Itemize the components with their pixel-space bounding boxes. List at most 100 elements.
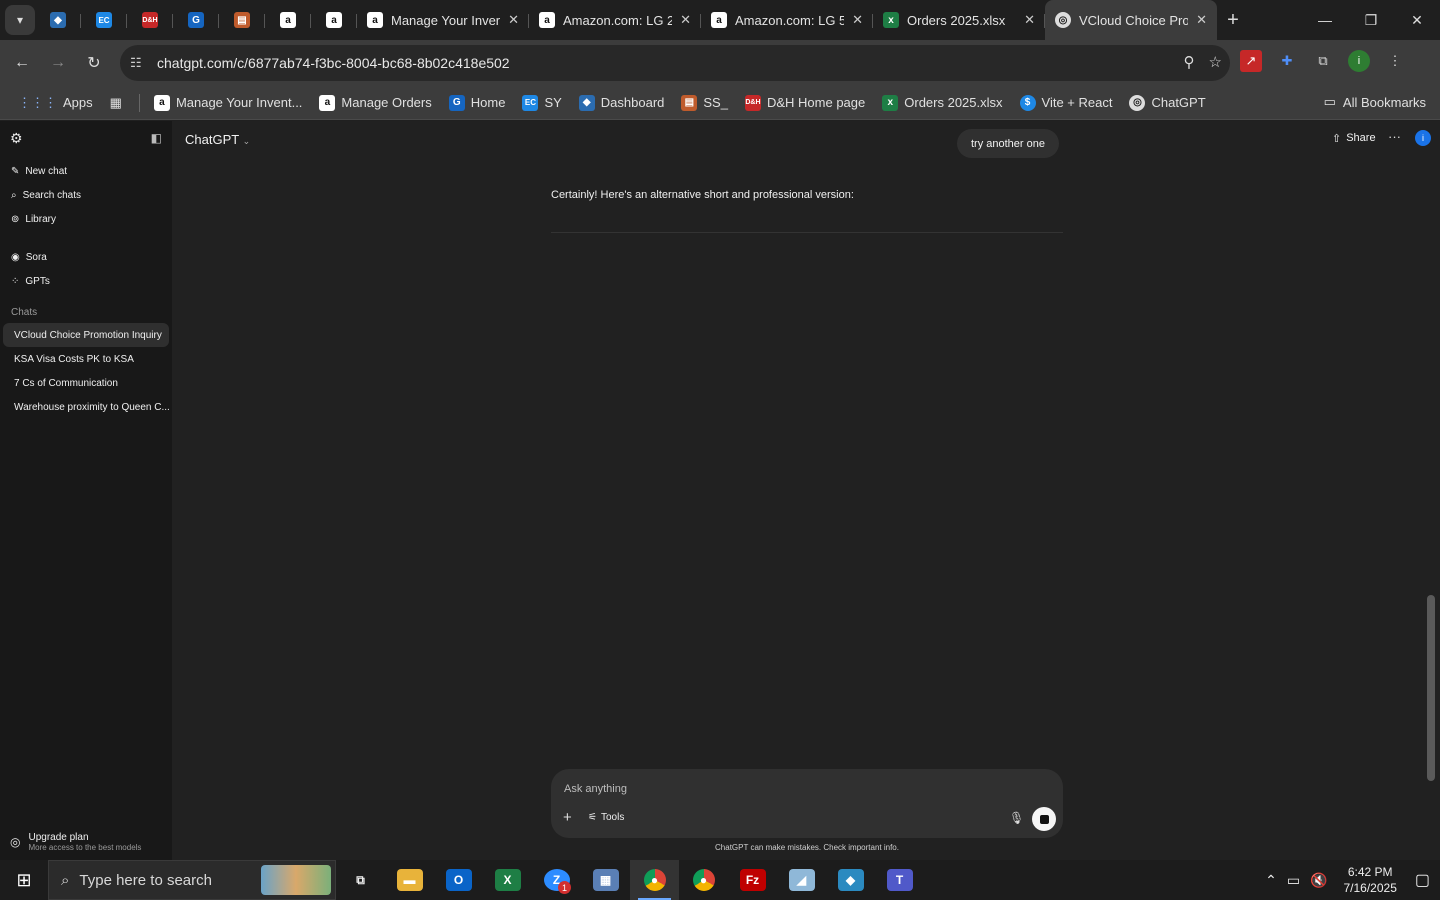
chevron-up-icon[interactable]: ⌃	[1265, 872, 1277, 889]
calculator-icon[interactable]: ▦	[581, 860, 630, 900]
restore-button[interactable]: ❐	[1348, 0, 1394, 40]
amazon-icon: a	[326, 12, 342, 28]
bookmark-item[interactable]: ▤ SS_	[681, 94, 728, 111]
window-controls: — ❐ ✕	[1302, 0, 1440, 40]
bookmark-item[interactable]: ◆ Dashboard	[578, 94, 665, 111]
address-bar[interactable]: ☷ chatgpt.com/c/6877ab74-f3bc-8004-bc68-…	[120, 45, 1230, 81]
bookmark-apps[interactable]: ⋮⋮⋮ Apps	[18, 95, 93, 111]
bookmark-item[interactable]: a Manage Orders	[319, 94, 432, 111]
network-icon[interactable]: ▭	[1287, 872, 1300, 889]
tab-manage-inventory[interactable]: a Manage Your Inver ✕	[357, 4, 529, 36]
url-text[interactable]: chatgpt.com/c/6877ab74-f3bc-8004-bc68-8b…	[157, 55, 510, 71]
reload-button[interactable]: ↻	[76, 53, 112, 73]
user-avatar[interactable]: i	[1415, 130, 1431, 146]
app-icon[interactable]: ◆	[826, 860, 875, 900]
notes-app-icon[interactable]: ◢	[777, 860, 826, 900]
clock-date: 7/16/2025	[1343, 881, 1397, 895]
teamviewer-extension-icon[interactable]: ✚	[1276, 50, 1298, 72]
close-icon[interactable]: ✕	[852, 12, 863, 28]
upgrade-plan-button[interactable]: ◎ Upgrade plan More access to the best m…	[10, 832, 141, 852]
microphone-icon[interactable]: 🎙	[1009, 811, 1024, 825]
tab-amazon-lg-5[interactable]: a Amazon.com: LG 5 ✕	[701, 4, 873, 36]
bookmark-item[interactable]: ◎ ChatGPT	[1129, 94, 1206, 111]
close-icon[interactable]: ✕	[1024, 12, 1035, 28]
clock[interactable]: 6:42 PM 7/16/2025	[1343, 864, 1396, 896]
filezilla-icon[interactable]: Fz	[728, 860, 777, 900]
bookmark-label: Orders 2025.xlsx	[904, 95, 1003, 110]
pinned-tab-amazon-1[interactable]: a	[265, 4, 311, 36]
boxes-icon: ▤	[681, 94, 698, 111]
taskbar-search[interactable]: ⌕ Type here to search	[48, 860, 336, 900]
chat-item[interactable]: KSA Visa Costs PK to KSA	[3, 347, 169, 371]
chats-section-label: Chats	[11, 307, 38, 318]
pinned-tab-ec[interactable]: EC	[81, 4, 127, 36]
chrome-icon[interactable]: ●	[630, 860, 679, 900]
search-chats-button[interactable]: ⌕ Search chats	[0, 183, 172, 207]
tab-vcloud-choice[interactable]: ◎ VCloud Choice Pro ✕	[1045, 0, 1217, 40]
forward-button[interactable]: →	[40, 54, 76, 72]
bookmark-star-icon[interactable]: ☆	[1209, 53, 1222, 71]
notifications-icon[interactable]: ▢	[1415, 870, 1430, 890]
tools-button[interactable]: ⚟ Tools	[588, 812, 624, 823]
pinned-tab-app[interactable]: ◆	[35, 4, 81, 36]
chrome-profile-icon[interactable]: ●	[679, 860, 728, 900]
bookmark-item[interactable]: x Orders 2025.xlsx	[882, 94, 1003, 111]
tab-orders-xlsx[interactable]: x Orders 2025.xlsx ✕	[873, 4, 1045, 36]
teams-icon[interactable]: T	[875, 860, 924, 900]
bookmark-item[interactable]: D&H D&H Home page	[744, 94, 865, 111]
close-icon[interactable]: ✕	[1196, 12, 1207, 28]
outlook-icon[interactable]: O	[434, 860, 483, 900]
close-icon[interactable]: ✕	[508, 12, 519, 28]
back-button[interactable]: ←	[4, 54, 40, 72]
pinned-tab-boxes[interactable]: ▤	[219, 4, 265, 36]
scrollbar[interactable]	[1427, 595, 1435, 781]
pdf-extension-icon[interactable]: ↗	[1240, 50, 1262, 72]
library-button[interactable]: ⊚ Library	[0, 207, 172, 231]
sora-button[interactable]: ◉ Sora	[0, 245, 172, 269]
close-window-button[interactable]: ✕	[1394, 0, 1440, 40]
new-tab-button[interactable]: +	[1217, 9, 1249, 32]
chat-item[interactable]: 7 Cs of Communication	[3, 371, 169, 395]
model-selector[interactable]: ChatGPT ⌄	[185, 132, 250, 147]
add-attachment-icon[interactable]: +	[563, 809, 572, 826]
pinned-tab-amazon-2[interactable]: a	[311, 4, 357, 36]
tab-amazon-lg-2[interactable]: a Amazon.com: LG 2 ✕	[529, 4, 701, 36]
volume-muted-icon[interactable]: 🔇	[1310, 872, 1327, 889]
zoom-app-icon[interactable]: Z1	[532, 860, 581, 900]
excel-icon[interactable]: X	[483, 860, 532, 900]
file-explorer-icon[interactable]: ▬	[385, 860, 434, 900]
tab-search-button[interactable]: ▾	[5, 5, 35, 35]
gpts-button[interactable]: ⁘ GPTs	[0, 269, 172, 293]
bookmark-item[interactable]: $ Vite + React	[1019, 94, 1112, 111]
browser-menu-icon[interactable]: ⋮	[1384, 50, 1406, 72]
windows-start-icon[interactable]: ⊞	[0, 870, 48, 891]
puzzle-icon[interactable]: ⧉	[1312, 50, 1334, 72]
openai-logo-icon[interactable]: ⚙	[10, 130, 23, 147]
task-view-icon[interactable]: ⧉	[336, 860, 385, 900]
stop-generating-button[interactable]	[1032, 807, 1056, 831]
bookmark-item[interactable]: EC SY	[522, 94, 562, 111]
chat-item[interactable]: Warehouse proximity to Queen C...	[3, 395, 169, 419]
browser-tab-strip: ▾ ◆ EC D&H G ▤ a a a Manage Your Inver ✕…	[0, 0, 1440, 40]
chat-item[interactable]: VCloud Choice Promotion Inquiry	[3, 323, 169, 347]
excel-icon: x	[882, 94, 899, 111]
minimize-button[interactable]: —	[1302, 0, 1348, 40]
share-button[interactable]: ⇧ Share	[1332, 132, 1376, 145]
bookmark-item[interactable]: G Home	[448, 94, 505, 111]
pinned-tab-dh[interactable]: D&H	[127, 4, 173, 36]
bookmark-item[interactable]: a Manage Your Invent...	[153, 94, 302, 111]
more-options-icon[interactable]: ···	[1388, 129, 1401, 144]
all-bookmarks[interactable]: ▭ All Bookmarks	[1324, 94, 1426, 110]
site-info-icon[interactable]: ☷	[130, 55, 154, 71]
sidebar-item-label: GPTs	[25, 275, 50, 287]
prompt-input[interactable]	[564, 779, 964, 799]
close-sidebar-icon[interactable]: ◧	[151, 131, 162, 145]
pinned-tab-g[interactable]: G	[173, 4, 219, 36]
close-icon[interactable]: ✕	[680, 12, 691, 28]
zoom-icon[interactable]: ⚲	[1184, 53, 1195, 71]
bookmark-grid[interactable]: ▦	[110, 95, 122, 111]
profile-avatar[interactable]: i	[1348, 50, 1370, 72]
new-chat-button[interactable]: ✎ New chat	[0, 159, 172, 183]
bookmark-label: Dashboard	[600, 95, 665, 110]
